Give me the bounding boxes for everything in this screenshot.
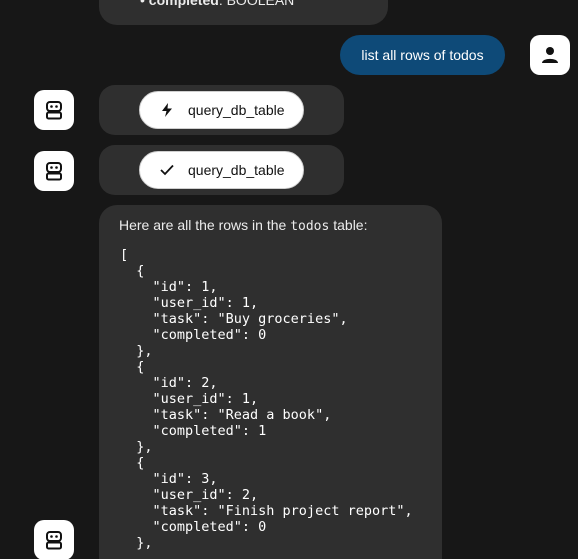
user-avatar [530, 35, 570, 75]
chat-canvas: • completed: BOOLEAN list all rows of to… [0, 0, 578, 559]
previous-schema-line: • completed: BOOLEAN [140, 0, 294, 8]
assistant-avatar [34, 520, 74, 559]
json-code-block: [ { "id": 1, "user_id": 1, "task": "Buy … [120, 247, 413, 551]
schema-field-name: completed [148, 0, 219, 8]
robot-icon [44, 161, 64, 181]
bolt-icon [160, 103, 174, 117]
response-intro-text: Here are all the rows in the [119, 217, 291, 233]
assistant-avatar [34, 90, 74, 130]
tool-call-name: query_db_table [188, 162, 285, 178]
robot-icon [44, 100, 64, 120]
tool-call-name: query_db_table [188, 102, 285, 118]
user-message-bubble: list all rows of todos [340, 35, 505, 75]
check-icon [160, 163, 174, 177]
robot-icon [44, 530, 64, 550]
assistant-response-bubble: Here are all the rows in the todos table… [99, 205, 442, 559]
tool-call-chip[interactable]: query_db_table [139, 151, 304, 189]
schema-field-type: : BOOLEAN [218, 0, 295, 8]
response-intro: Here are all the rows in the todos table… [119, 217, 367, 234]
assistant-avatar [34, 151, 74, 191]
response-intro-suffix: table: [329, 217, 368, 233]
person-icon [540, 45, 560, 65]
tool-call-row: query_db_table [99, 85, 344, 135]
tool-call-chip[interactable]: query_db_table [139, 91, 304, 129]
table-name-code: todos [290, 219, 330, 234]
user-message-text: list all rows of todos [361, 47, 484, 63]
tool-call-row: query_db_table [99, 145, 344, 195]
